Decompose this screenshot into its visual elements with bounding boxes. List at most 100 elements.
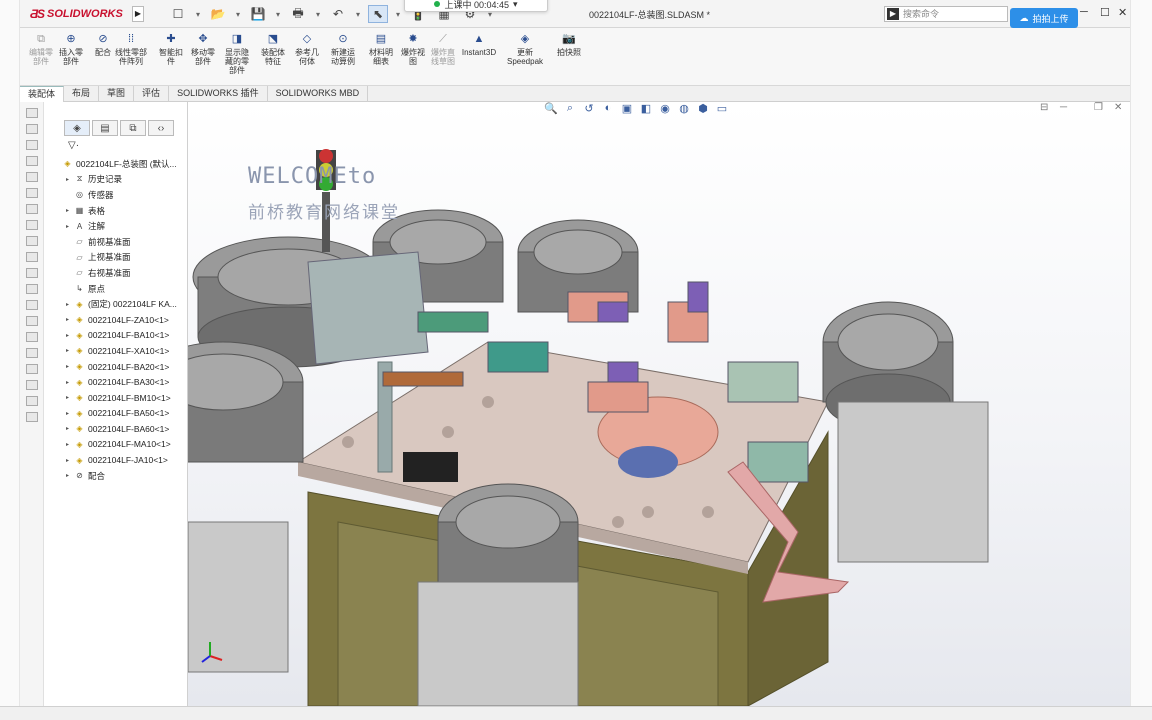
tree-item[interactable]: ▸ A 注解 xyxy=(66,218,206,234)
search-commands-input[interactable]: ▶ 搜索命令 xyxy=(884,6,1008,22)
ribbon-button-instant3d[interactable]: ▲ Instant3D xyxy=(462,32,496,57)
chevron-down-icon[interactable]: ▾ xyxy=(314,5,322,23)
ribbon-button-assembly-feature[interactable]: ⬔ 装配体 特征 xyxy=(256,32,290,66)
assembly-icon: ◈ xyxy=(76,346,83,356)
chevron-down-icon[interactable]: ▾ xyxy=(274,5,282,23)
expand-arrow-icon[interactable]: ▸ xyxy=(66,394,74,401)
tree-root[interactable]: ◈ 0022104LF-总装图 (默认... xyxy=(62,156,206,172)
more-tabs-icon[interactable]: ‹› xyxy=(148,120,174,136)
tree-item[interactable]: ▸ ◈ (固定) 0022104LF KA... xyxy=(66,296,206,312)
ribbon-button-exploded-view[interactable]: ✸ 爆炸视 图 xyxy=(396,32,430,66)
expand-arrow-icon[interactable]: ▸ xyxy=(66,441,74,448)
tree-item[interactable]: ▸ ◈ 0022104LF-BA50<1> xyxy=(66,406,206,422)
minimize-icon[interactable]: ─ xyxy=(1080,6,1088,18)
upload-button[interactable]: ☁ 拍拍上传 xyxy=(1010,8,1078,28)
property-manager-tab-icon[interactable]: ▤ xyxy=(92,120,118,136)
tree-item[interactable]: ▱ 上视基准面 xyxy=(66,250,206,266)
tab-0[interactable]: 装配体 xyxy=(20,86,65,102)
assembly-icon: ◈ xyxy=(76,455,83,465)
ribbon-button-show-hidden[interactable]: ◨ 显示隐 藏的零 部件 xyxy=(220,32,254,75)
tab-5[interactable]: SOLIDWORKS MBD xyxy=(268,86,369,102)
maximize-icon[interactable]: ☐ xyxy=(1100,6,1110,19)
reference-geometry-icon: ◇ xyxy=(302,33,312,45)
tree-item[interactable]: ▸ ◈ 0022104LF-BA20<1> xyxy=(66,359,206,375)
tree-item[interactable]: ▱ 前视基准面 xyxy=(66,234,206,250)
tree-item[interactable]: ↳ 原点 xyxy=(66,281,206,297)
save-icon[interactable]: 💾 xyxy=(248,5,268,23)
ribbon-button-move-component[interactable]: ✥ 移动零 部件 xyxy=(186,32,220,66)
tree-item[interactable]: ▸ ◈ 0022104LF-MA10<1> xyxy=(66,437,206,453)
tree-item[interactable]: ▸ ◈ 0022104LF-XA10<1> xyxy=(66,343,206,359)
new-icon[interactable]: ☐ xyxy=(168,5,188,23)
tree-item[interactable]: ▸ ◈ 0022104LF-BA30<1> xyxy=(66,374,206,390)
expand-arrow-icon[interactable]: ▸ xyxy=(66,332,74,339)
graphics-area[interactable]: 🔍 ⌕ ↺ ◐ ▣ ◧ ◉ ◍ ⬢ ▭ ⊟ ─ ❐ ✕ WELCOMEto 前桥… xyxy=(188,102,1130,706)
ribbon-button-snapshot[interactable]: 📷 拍快照 xyxy=(552,32,586,57)
tab-4[interactable]: SOLIDWORKS 插件 xyxy=(169,86,268,102)
expand-arrow-icon[interactable]: ▸ xyxy=(66,207,74,214)
left-taskbar xyxy=(0,0,20,720)
undo-icon[interactable]: ↶ xyxy=(328,5,348,23)
expand-arrow-icon[interactable]: ▸ xyxy=(66,223,74,230)
solidworks-logo[interactable]: ƋS SOLIDWORKS xyxy=(30,5,123,23)
close-icon[interactable]: ✕ xyxy=(1118,6,1127,19)
tree-item[interactable]: ▸ ◈ 0022104LF-ZA10<1> xyxy=(66,312,206,328)
expand-arrow-icon[interactable]: ▸ xyxy=(66,301,74,308)
filter-icon[interactable]: ▽· xyxy=(68,140,79,151)
tree-item[interactable]: ▸ ◈ 0022104LF-BA10<1> xyxy=(66,328,206,344)
ribbon-button-motion-study[interactable]: ⊙ 新建运 动算例 xyxy=(326,32,360,66)
tree-item[interactable]: ▸ ⧖ 历史记录 xyxy=(66,172,206,188)
tree-item[interactable]: ▸ ⊘ 配合 xyxy=(66,468,206,484)
tree-item[interactable]: ▱ 右视基准面 xyxy=(66,265,206,281)
mate-icon: ⊘ xyxy=(98,33,108,45)
ribbon-button-smart-fastener[interactable]: ✚ 智能扣 件 xyxy=(154,32,188,66)
tree-item[interactable]: ▸ ▦ 表格 xyxy=(66,203,206,219)
expand-arrow-icon[interactable]: ▸ xyxy=(66,410,74,417)
assembly-model[interactable] xyxy=(188,102,1130,706)
expand-arrow-icon[interactable]: ▸ xyxy=(66,379,74,386)
ribbon-button-speedpak[interactable]: ◈ 更新 Speedpak xyxy=(507,32,543,66)
chevron-down-icon[interactable]: ▾ xyxy=(394,5,402,23)
select-icon[interactable]: ⬉ xyxy=(368,5,388,23)
tab-1[interactable]: 布局 xyxy=(64,86,100,102)
tab-3[interactable]: 评估 xyxy=(134,86,170,102)
tab-2[interactable]: 草图 xyxy=(99,86,135,102)
expand-arrow-icon[interactable]: ▸ xyxy=(66,347,74,354)
plane-icon: ▱ xyxy=(76,268,83,278)
tree-item[interactable]: ▸ ◈ 0022104LF-JA10<1> xyxy=(66,452,206,468)
expand-arrow-icon[interactable]: ▸ xyxy=(66,363,74,370)
feature-manager-tab-icon[interactable]: ◈ xyxy=(64,120,90,136)
expand-arrow-icon[interactable]: ▸ xyxy=(66,457,74,464)
chevron-down-icon[interactable]: ▾ xyxy=(194,5,202,23)
expand-arrow-icon[interactable]: ▸ xyxy=(66,425,74,432)
ribbon-button-explode-line[interactable]: ⟋ 爆炸直 线草图 xyxy=(426,32,460,66)
search-icon: ▶ xyxy=(887,8,899,20)
snapshot-icon: 📷 xyxy=(562,33,576,45)
ds-logo-icon: ƋS xyxy=(30,7,45,21)
sensor-icon: ◎ xyxy=(76,190,83,200)
ribbon-button-reference-geometry[interactable]: ◇ 参考几 何体 xyxy=(290,32,324,66)
configuration-manager-tab-icon[interactable]: ⧉ xyxy=(120,120,146,136)
expand-arrow-icon[interactable]: ▸ xyxy=(66,176,74,183)
tree-item[interactable]: ▸ ◈ 0022104LF-BA60<1> xyxy=(66,421,206,437)
open-icon[interactable]: 📂 xyxy=(208,5,228,23)
tree-item[interactable]: ▸ ◈ 0022104LF-BM10<1> xyxy=(66,390,206,406)
timer-text: 上课中 00:04:45 xyxy=(444,0,509,10)
tree-item[interactable]: ◎ 传感器 xyxy=(66,187,206,203)
document-title: 0022104LF-总装图.SLDASM * xyxy=(589,10,711,20)
tree-item-label: (固定) 0022104LF KA... xyxy=(88,299,177,310)
assembly-icon: ◈ xyxy=(76,393,83,403)
print-icon[interactable]: 🖶 xyxy=(288,5,308,23)
expand-arrow-icon[interactable]: ▸ xyxy=(66,316,74,323)
chevron-down-icon[interactable]: ▾ xyxy=(354,5,362,23)
tree-item-label: 0022104LF-ZA10<1> xyxy=(88,314,169,325)
tree-item-label: 上视基准面 xyxy=(88,252,131,263)
ribbon-button-edit-component[interactable]: ⧉ 编辑零 部件 xyxy=(24,32,58,66)
expand-arrow-icon[interactable]: ▸ xyxy=(66,472,74,479)
chevron-down-icon[interactable]: ▾ xyxy=(234,5,242,23)
menu-expand-button[interactable]: ▶ xyxy=(132,6,144,22)
ribbon-button-linear-pattern[interactable]: ⁞⁞ 线性零部 件阵列 xyxy=(114,32,148,66)
ribbon-button-bom[interactable]: ▤ 材料明 细表 xyxy=(364,32,398,66)
ribbon-button-insert-component[interactable]: ⊕ 插入零 部件 xyxy=(54,32,88,66)
chevron-down-icon[interactable]: ▾ xyxy=(513,0,518,10)
